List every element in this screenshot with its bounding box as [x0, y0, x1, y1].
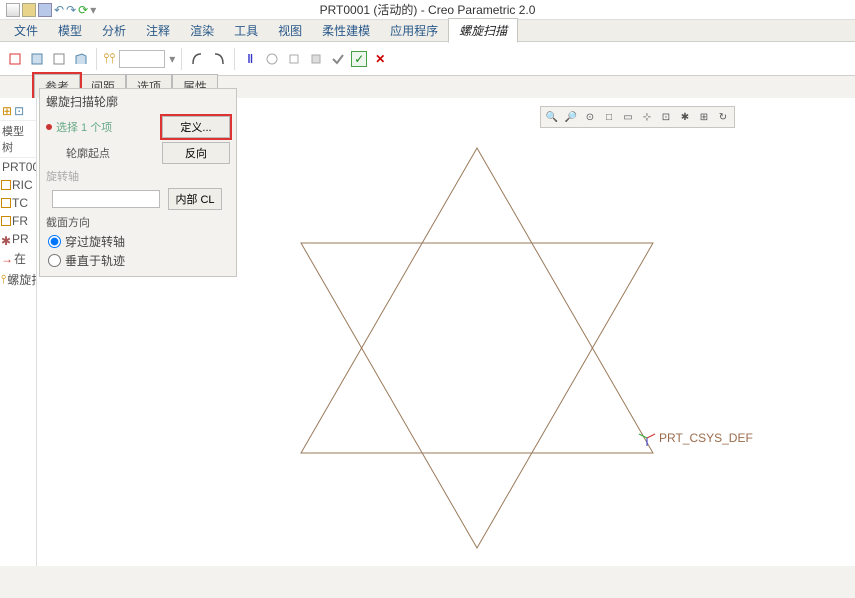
tree-node-sweep[interactable]: ⫯螺旋扫描 1 [0, 269, 36, 290]
menu-apps[interactable]: 应用程序 [380, 19, 448, 42]
menu-tools[interactable]: 工具 [224, 19, 268, 42]
select-text[interactable]: 选择 1 个项 [56, 119, 112, 135]
zoom-out-icon[interactable]: 🔎 [562, 109, 580, 125]
bullet-icon [46, 124, 52, 130]
define-button[interactable]: 定义... [162, 116, 230, 138]
open-icon[interactable] [22, 3, 36, 17]
menu-render[interactable]: 渲染 [180, 19, 224, 42]
tree-node-insert[interactable]: →在 [0, 248, 36, 269]
tree-node-prt[interactable]: PRT00 [0, 158, 36, 176]
menu-helical-sweep[interactable]: 螺旋扫描 [448, 18, 518, 43]
spin-icon[interactable]: ↻ [714, 109, 732, 125]
datum-point-icon[interactable]: ⊡ [657, 109, 675, 125]
reverse-button[interactable]: 反向 [162, 142, 230, 164]
internal-cl-button[interactable]: 内部 CL [168, 188, 222, 210]
ribbon: ⫯⫯ ▾ ‖ ✓ ✕ [0, 42, 855, 76]
window-title: PRT0001 (活动的) - Creo Parametric 2.0 [0, 0, 855, 20]
origin-label: 轮廓起点 [60, 143, 116, 163]
tree-node-front[interactable]: FR [0, 212, 36, 230]
cap-icon[interactable] [72, 50, 90, 68]
remove-icon[interactable] [50, 50, 68, 68]
datum-axis-icon[interactable]: ⊹ [638, 109, 656, 125]
regen-icon[interactable]: ⟳ [78, 3, 88, 17]
annotation-icon[interactable]: ⊞ [695, 109, 713, 125]
preview3-icon[interactable] [307, 50, 325, 68]
axis-label: 旋转轴 [40, 166, 236, 186]
model-tree: ⊞ ⊡ 模型树 PRT00 RIC TC FR ✱PR →在 ⫯螺旋扫描 1 [0, 98, 37, 566]
redo-icon[interactable]: ↷ [66, 3, 76, 17]
right-hand-icon[interactable] [210, 50, 228, 68]
zoom-in-icon[interactable]: 🔍 [543, 109, 561, 125]
radio-through-axis-input[interactable] [48, 235, 61, 248]
csys-icon[interactable]: ✱ [676, 109, 694, 125]
dropdown-icon[interactable]: ▾ [169, 52, 175, 66]
preview2-icon[interactable] [285, 50, 303, 68]
menu-file[interactable]: 文件 [4, 19, 48, 42]
cancel-button[interactable]: ✕ [371, 50, 389, 68]
tree-header: 模型树 [0, 121, 36, 158]
tree-node-right[interactable]: RIC [0, 176, 36, 194]
menu-flex[interactable]: 柔性建模 [312, 19, 380, 42]
zoom-fit-icon[interactable]: ⊙ [581, 109, 599, 125]
verify-icon[interactable] [329, 50, 347, 68]
tree-node-top[interactable]: TC [0, 194, 36, 212]
panel-title: 螺旋扫描轮廓 [40, 89, 236, 114]
save-icon[interactable] [38, 3, 52, 17]
menu-analysis[interactable]: 分析 [92, 19, 136, 42]
menu-view[interactable]: 视图 [268, 19, 312, 42]
undo-icon[interactable]: ↶ [54, 3, 64, 17]
new-icon[interactable] [6, 3, 20, 17]
tree-node-csys[interactable]: ✱PR [0, 230, 36, 248]
csys-marker: PRT_CSYS_DEF [637, 428, 753, 448]
surface-icon[interactable] [28, 50, 46, 68]
csys-label: PRT_CSYS_DEF [659, 431, 753, 445]
left-hand-icon[interactable] [188, 50, 206, 68]
sketch-geometry [297, 138, 717, 598]
reference-panel: 螺旋扫描轮廓 选择 1 个项 定义... 轮廓起点 反向 旋转轴 内部 CL 截… [39, 88, 237, 277]
preview1-icon[interactable] [263, 50, 281, 68]
radio-normal-traj-input[interactable] [48, 254, 61, 267]
radio-normal-traj[interactable]: 垂直于轨迹 [40, 251, 236, 270]
pause-icon[interactable]: ‖ [241, 50, 259, 68]
radio-through-axis[interactable]: 穿过旋转轴 [40, 232, 236, 251]
tree-settings-icon[interactable]: ⊡ [14, 104, 24, 118]
section-dir-label: 截面方向 [40, 212, 236, 232]
menu-model[interactable]: 模型 [48, 19, 92, 42]
axis-input[interactable] [52, 190, 160, 208]
tree-icon[interactable]: ⊞ [2, 104, 12, 118]
sketch-icon[interactable] [6, 50, 24, 68]
datum-plane-icon[interactable]: ▭ [619, 109, 637, 125]
view-toolbar: 🔍 🔎 ⊙ □ ▭ ⊹ ⊡ ✱ ⊞ ↻ [540, 106, 735, 128]
menubar: 文件 模型 分析 注释 渲染 工具 视图 柔性建模 应用程序 螺旋扫描 [0, 20, 855, 42]
pitch-icon: ⫯⫯ [103, 50, 115, 67]
menu-annotate[interactable]: 注释 [136, 19, 180, 42]
pitch-input[interactable] [119, 50, 165, 68]
dropdown-icon[interactable]: ▾ [90, 3, 96, 17]
display-style-icon[interactable]: □ [600, 109, 618, 125]
confirm-button[interactable]: ✓ [351, 51, 367, 67]
